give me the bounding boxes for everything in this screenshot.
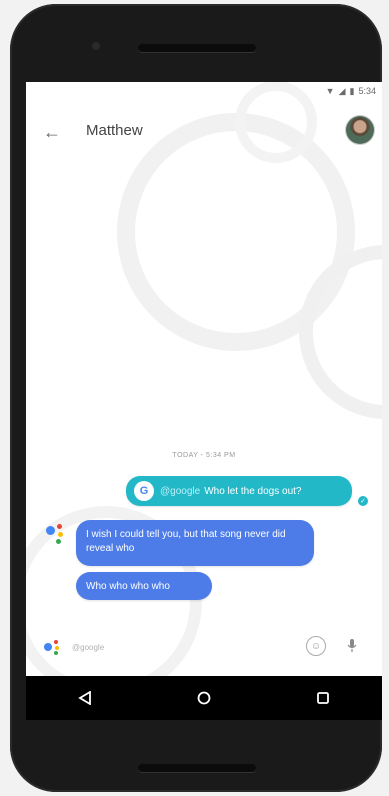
message-composer: ☺ bbox=[26, 630, 382, 662]
message-timestamp: TODAY - 5:34 PM bbox=[172, 452, 236, 459]
google-assistant-icon bbox=[44, 522, 70, 548]
navigation-bar bbox=[26, 676, 382, 720]
square-recents-icon bbox=[316, 692, 329, 704]
sent-check-icon: ✓ bbox=[358, 496, 368, 506]
bottom-speaker bbox=[138, 764, 256, 772]
status-bar: ▼ ◢ ▮ 5:34 bbox=[26, 82, 382, 100]
screen: ▼ ◢ ▮ 5:34 ← Matthew TODAY - 5:34 PM G @… bbox=[26, 82, 382, 676]
app-bar: ← Matthew bbox=[26, 112, 382, 152]
signal-icon: ◢ bbox=[338, 85, 346, 96]
emoji-button[interactable]: ☺ bbox=[306, 636, 326, 656]
google-assistant-chip-icon: G bbox=[134, 481, 154, 501]
microphone-icon bbox=[347, 639, 357, 652]
top-speaker bbox=[138, 44, 256, 52]
mic-button[interactable] bbox=[344, 636, 360, 656]
user-message-bubble[interactable]: G @google Who let the dogs out? bbox=[126, 476, 352, 506]
nav-home-button[interactable] bbox=[189, 683, 219, 713]
smiley-icon: ☺ bbox=[310, 640, 322, 652]
front-camera bbox=[92, 42, 100, 50]
nav-recents-button[interactable] bbox=[308, 683, 338, 713]
wifi-icon: ▼ bbox=[325, 86, 335, 96]
avatar[interactable] bbox=[346, 116, 374, 144]
status-time: 5:34 bbox=[358, 86, 376, 96]
nav-back-button[interactable] bbox=[70, 683, 100, 713]
assistant-message-bubble-2[interactable]: Who who who who bbox=[76, 572, 212, 600]
back-button[interactable]: ← bbox=[38, 118, 66, 146]
assistant-message-bubble[interactable]: I wish I could tell you, but that song n… bbox=[76, 520, 314, 566]
message-input[interactable] bbox=[72, 638, 272, 656]
circle-home-icon bbox=[197, 691, 211, 705]
assistant-mention: @google bbox=[160, 485, 201, 497]
contact-name: Matthew bbox=[86, 122, 143, 139]
user-message-text: Who let the dogs out? bbox=[204, 485, 302, 497]
arrow-left-icon: ← bbox=[43, 121, 61, 142]
triangle-back-icon bbox=[78, 691, 92, 705]
google-assistant-icon bbox=[44, 638, 66, 656]
battery-icon: ▮ bbox=[349, 85, 355, 96]
